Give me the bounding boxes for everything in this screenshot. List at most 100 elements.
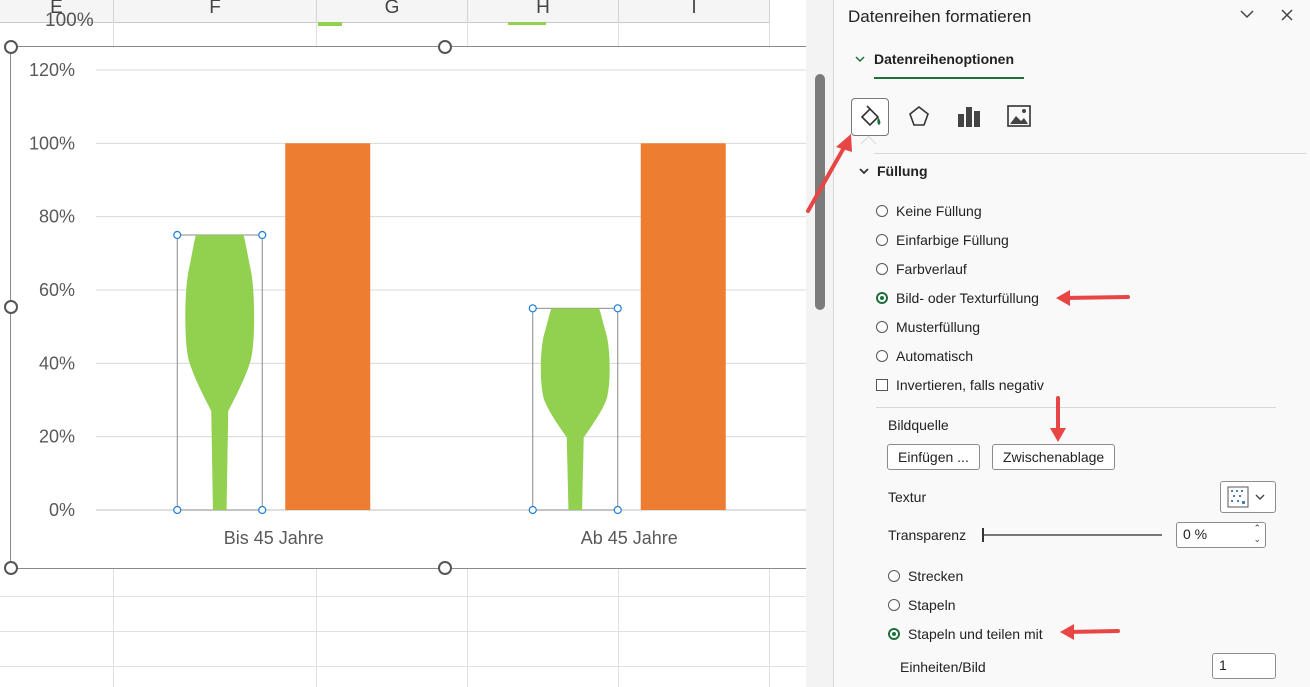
chart-resize-handle[interactable]: [4, 300, 18, 314]
radio-button-selected[interactable]: [888, 628, 900, 640]
radio-solid-fill-label: Einfarbige Füllung: [896, 232, 1009, 248]
spinner-down-icon[interactable]: ⌄: [1253, 534, 1261, 545]
divider: [874, 153, 1306, 154]
radio-gradient-fill[interactable]: Farbverlauf: [876, 261, 967, 277]
transparency-value: 0 %: [1183, 526, 1208, 542]
radio-automatic-fill-label: Automatisch: [896, 348, 974, 364]
units-per-picture-label: Einheiten/Bild: [900, 659, 986, 675]
bar-selection-handle: [258, 230, 267, 240]
column-header-f[interactable]: F: [114, 0, 317, 23]
transparency-slider-thumb[interactable]: [982, 528, 984, 542]
radio-button[interactable]: [876, 321, 888, 333]
picture-source-label: Bildquelle: [888, 417, 949, 433]
texture-label: Textur: [888, 489, 927, 505]
section-fill[interactable]: Füllung: [858, 163, 928, 179]
radio-solid-fill[interactable]: Einfarbige Füllung: [876, 232, 1009, 248]
radio-picture-fill[interactable]: Bild- oder Texturfüllung: [876, 290, 1039, 306]
chart-resize-handle[interactable]: [438, 40, 452, 54]
radio-pattern-fill-label: Musterfüllung: [896, 319, 981, 335]
bar-selection-handle: [173, 505, 182, 515]
orange-bar: [285, 143, 371, 510]
radio-button[interactable]: [876, 205, 888, 217]
chart-area[interactable]: 0% 20% 40% 60% 80% 100% 120% Bis 45 Jahre Ab 4…: [10, 46, 808, 569]
y-tick-label: 20%: [39, 427, 75, 447]
y-tick-label: 120%: [29, 60, 75, 80]
legend-fragment-tree: [508, 22, 546, 28]
radio-stack-and-scale[interactable]: Stapeln und teilen mit: [888, 626, 1043, 642]
close-icon[interactable]: [1274, 4, 1300, 28]
tab-series-options-label: Datenreihenoptionen: [874, 51, 1015, 67]
chevron-down-icon: [1255, 494, 1265, 500]
tree-picture-bar[interactable]: [540, 308, 610, 510]
chevron-down-icon: [855, 56, 865, 63]
radio-button[interactable]: [876, 263, 888, 275]
radio-button[interactable]: [888, 599, 900, 611]
column-header-g[interactable]: G: [317, 0, 468, 23]
tab-effects[interactable]: [901, 98, 937, 134]
bar-selection-handle: [613, 304, 622, 313]
transparency-slider[interactable]: [982, 534, 1162, 536]
radio-picture-fill-label: Bild- oder Texturfüllung: [896, 290, 1039, 306]
divider: [876, 407, 1276, 408]
spreadsheet-area: E F G H I 100% 0% 20% 40% 60% 80% 100% 120% Bi…: [0, 0, 833, 687]
bar-selection-handle: [258, 505, 267, 515]
bar-selection-handle: [528, 505, 537, 515]
radio-stretch-label: Strecken: [908, 568, 964, 584]
radio-button[interactable]: [876, 234, 888, 246]
radio-no-fill[interactable]: Keine Füllung: [876, 203, 982, 219]
radio-stretch[interactable]: Strecken: [888, 568, 963, 584]
tab-fill-line[interactable]: [851, 98, 889, 136]
pentagon-icon: [909, 105, 929, 126]
picture-icon: [1007, 105, 1031, 127]
chevron-down-icon: [859, 168, 869, 175]
radio-stack[interactable]: Stapeln: [888, 597, 955, 613]
column-header-f-label: F: [209, 0, 221, 18]
units-per-picture-value: 1: [1219, 657, 1227, 673]
chart-resize-handle[interactable]: [4, 40, 18, 54]
radio-button-selected[interactable]: [876, 292, 888, 304]
active-tab-indicator: [874, 77, 1024, 79]
radio-button[interactable]: [888, 570, 900, 582]
cell-partial-text: 100%: [45, 10, 94, 31]
column-header-i-label: I: [691, 0, 697, 18]
x-category-label: Bis 45 Jahre: [224, 528, 324, 548]
radio-button[interactable]: [876, 350, 888, 362]
gridline: [0, 596, 820, 597]
vertical-scrollbar-thumb[interactable]: [815, 74, 825, 310]
format-series-pane: Datenreihen formatieren Datenreihenoptio…: [833, 0, 1310, 687]
chart-resize-handle[interactable]: [438, 561, 452, 575]
y-tick-label: 40%: [39, 353, 75, 373]
bar-selection-handle: [528, 304, 537, 313]
radio-no-fill-label: Keine Füllung: [896, 203, 982, 219]
units-per-picture-input[interactable]: 1: [1212, 653, 1276, 679]
transparency-input[interactable]: 0 % ⌃ ⌄: [1176, 522, 1266, 548]
y-tick-label: 100%: [29, 133, 75, 153]
legend-fragment-green: [318, 22, 342, 26]
y-tick-label: 80%: [39, 207, 75, 227]
checkbox-invert-negative[interactable]: Invertieren, falls negativ: [876, 377, 1044, 393]
chart-resize-handle[interactable]: [4, 561, 18, 575]
tab-series-options-icon[interactable]: [951, 98, 987, 134]
tree-picture-bar[interactable]: [185, 235, 255, 510]
pane-title: Datenreihen formatieren: [848, 7, 1032, 26]
spinner-up-icon[interactable]: ⌃: [1253, 523, 1261, 534]
radio-pattern-fill[interactable]: Musterfüllung: [876, 319, 980, 335]
tab-series-options[interactable]: Datenreihenoptionen: [854, 51, 1014, 67]
radio-automatic-fill[interactable]: Automatisch: [876, 348, 973, 364]
texture-swatch-icon: [1227, 486, 1249, 508]
texture-dropdown[interactable]: [1220, 481, 1276, 513]
checkbox[interactable]: [876, 379, 888, 391]
bar-chart[interactable]: 0% 20% 40% 60% 80% 100% 120% Bis 45 Jahre Ab 4…: [11, 47, 807, 568]
insert-button[interactable]: Einfügen ...: [887, 444, 980, 470]
radio-stack-label: Stapeln: [908, 597, 956, 613]
tab-picture[interactable]: [1001, 98, 1037, 134]
gridline: [0, 631, 820, 632]
section-fill-label: Füllung: [877, 163, 928, 179]
orange-bar: [640, 143, 726, 510]
column-header-h[interactable]: H: [468, 0, 619, 23]
bar-selection-handle: [173, 230, 182, 240]
chevron-down-icon[interactable]: [1234, 4, 1260, 28]
transparency-label: Transparenz: [888, 527, 967, 543]
column-header-i[interactable]: I: [619, 0, 770, 23]
clipboard-button[interactable]: Zwischenablage: [992, 444, 1116, 470]
